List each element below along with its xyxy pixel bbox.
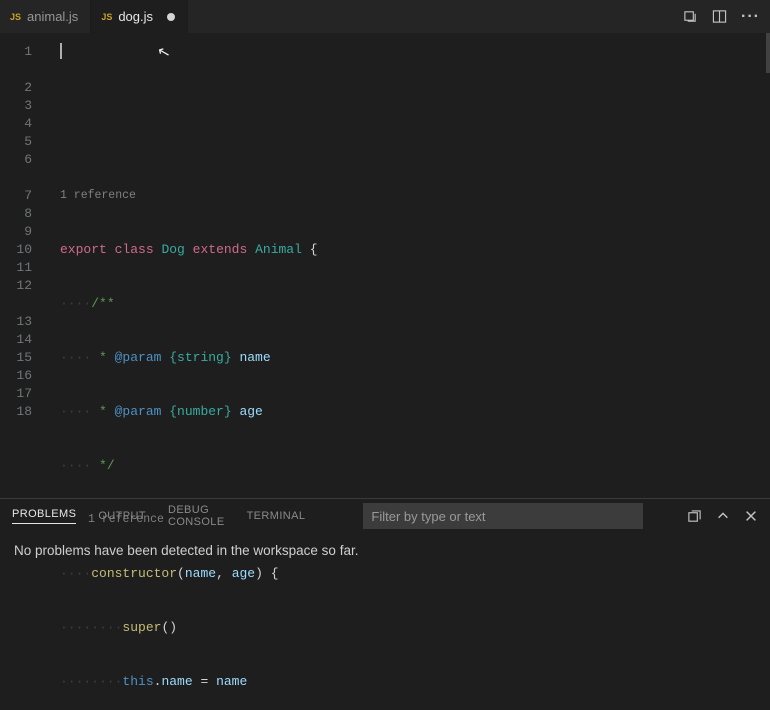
js-file-icon: JS xyxy=(10,12,21,22)
codelens-reference[interactable]: 1 reference xyxy=(60,187,762,205)
mouse-pointer-icon: ↖ xyxy=(156,44,173,65)
compare-changes-icon[interactable] xyxy=(683,8,698,26)
code-line: ········this.name = name xyxy=(60,673,762,691)
unsaved-indicator-icon xyxy=(167,13,175,21)
tab-animal-js[interactable]: JS animal.js xyxy=(0,0,91,33)
tab-label: dog.js xyxy=(118,9,153,24)
code-editor[interactable]: 1 2 3 4 5 6 7 8 9 10 11 12 13 14 15 16 1… xyxy=(0,33,770,498)
codelens-reference[interactable]: 1 reference xyxy=(60,511,762,529)
text-cursor xyxy=(60,43,62,59)
code-line xyxy=(60,133,762,151)
tab-dog-js[interactable]: JS dog.js xyxy=(91,0,188,33)
code-line: ···· * @param {string} name xyxy=(60,349,762,367)
split-editor-icon[interactable] xyxy=(712,8,727,26)
tab-label: animal.js xyxy=(27,9,78,24)
code-line: ····constructor(name, age) { xyxy=(60,565,762,583)
editor-tab-bar: JS animal.js JS dog.js ··· xyxy=(0,0,770,33)
code-line: ···· * @param {number} age xyxy=(60,403,762,421)
code-line: ········super() xyxy=(60,619,762,637)
scrollbar-thumb[interactable] xyxy=(766,33,770,73)
more-actions-icon[interactable]: ··· xyxy=(741,8,760,26)
code-line: export class Dog extends Animal { xyxy=(60,241,762,259)
code-line: ····/** xyxy=(60,295,762,313)
line-number-gutter: 1 2 3 4 5 6 7 8 9 10 11 12 13 14 15 16 1… xyxy=(0,33,46,498)
js-file-icon: JS xyxy=(101,12,112,22)
code-area[interactable]: ↖ 1 reference export class Dog extends A… xyxy=(46,33,762,498)
code-line: ···· */ xyxy=(60,457,762,475)
